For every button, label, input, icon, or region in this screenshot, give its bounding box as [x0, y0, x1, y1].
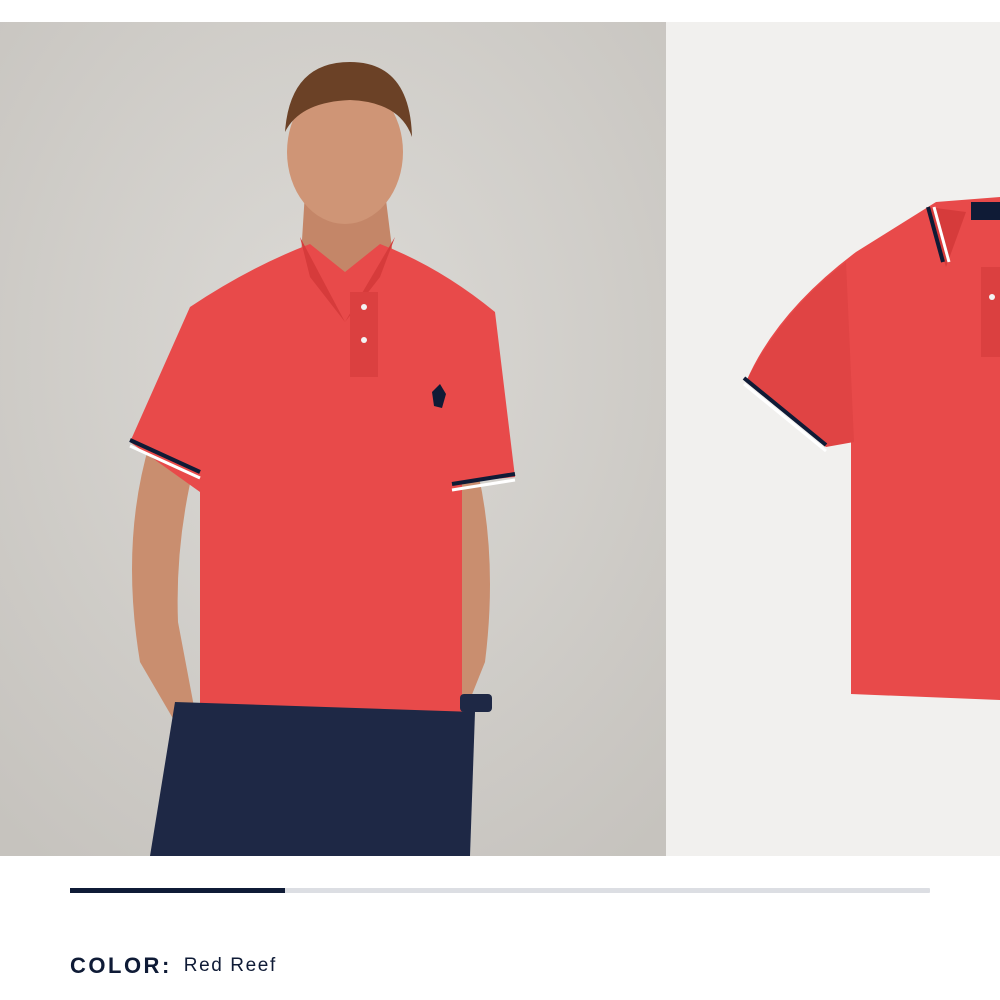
polo-shirt-flat-photo — [666, 22, 1000, 856]
carousel-progress-fill — [70, 888, 285, 893]
product-image-model[interactable] — [0, 22, 666, 856]
model-wearing-polo-photo — [0, 22, 666, 856]
top-bar — [0, 0, 1000, 22]
color-selector: COLOR: Red Reef — [70, 950, 277, 982]
color-label: COLOR: — [70, 953, 172, 978]
carousel-progress-bar — [70, 888, 930, 893]
product-image-flat[interactable] — [666, 22, 1000, 856]
selected-color-value: Red Reef — [183, 955, 277, 976]
product-image-carousel[interactable] — [0, 22, 1000, 856]
